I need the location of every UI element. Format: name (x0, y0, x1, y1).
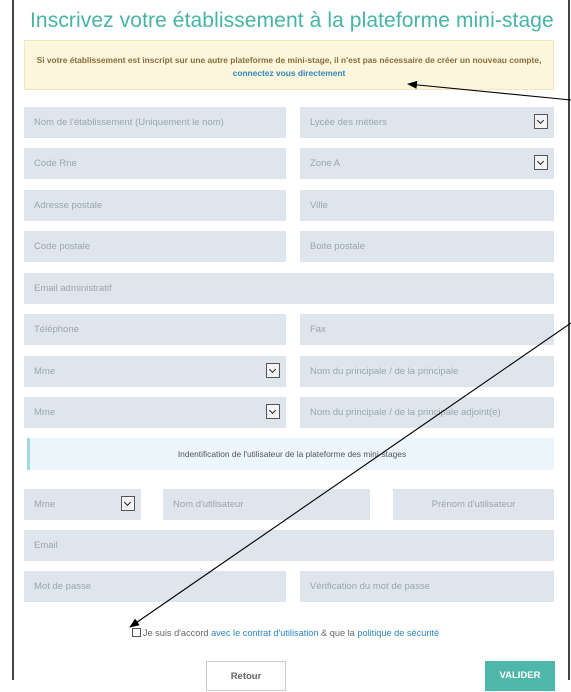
security-policy-link[interactable]: politique de sécurité (357, 628, 439, 638)
agreement-middle: & que la (318, 628, 358, 638)
chevron-down-icon[interactable] (534, 155, 548, 170)
password-confirm-input[interactable]: Vérification du mot de passe (300, 571, 554, 602)
user-title-select[interactable]: Mme (24, 489, 141, 520)
etablissement-type-select[interactable]: Lycée des métiers (300, 107, 554, 138)
principal-name-input[interactable]: Nom du principale / de la principale (300, 356, 554, 387)
etablissement-name-input[interactable]: Nom de l'établissement (Uniquement le no… (24, 107, 286, 138)
user-title-value: Mme (34, 499, 56, 510)
notice-text: Si votre établissement est inscript sur … (36, 55, 542, 65)
address-input[interactable]: Adresse postale (24, 190, 286, 221)
chevron-down-icon[interactable] (121, 496, 135, 511)
notice-banner: Si votre établissement est inscript sur … (24, 40, 554, 90)
chevron-down-icon[interactable] (266, 363, 280, 378)
deputy-title-value: Mme (34, 407, 56, 418)
deputy-title-select[interactable]: Mme (24, 397, 286, 428)
page-title: Inscrivez votre établissement à la plate… (30, 9, 554, 32)
direct-login-link[interactable]: connectez vous directement (233, 68, 346, 78)
username-input[interactable]: Nom d'utilisateur (163, 489, 370, 520)
etablissement-type-value: Lycée des métiers (310, 117, 387, 128)
phone-input[interactable]: Téléphone (24, 314, 286, 345)
password-input[interactable]: Mot de passe (24, 571, 286, 602)
terms-link[interactable]: avec le contrat d'utilisation (211, 628, 318, 638)
user-section-heading: Indentification de l'utilisateur de la p… (27, 438, 554, 470)
submit-button[interactable]: VALIDER (485, 661, 555, 691)
po-box-input[interactable]: Boite postale (300, 231, 554, 262)
email-input[interactable]: Email (24, 530, 554, 561)
back-button[interactable]: Retour (206, 661, 286, 691)
fax-input[interactable]: Fax (300, 314, 554, 345)
code-rne-input[interactable]: Code Rne (24, 148, 286, 179)
principal-title-select[interactable]: Mme (24, 356, 286, 387)
city-input[interactable]: Ville (300, 190, 554, 221)
agreement-row: Je suis d'accord avec le contrat d'utili… (0, 628, 571, 638)
zone-value: Zone A (310, 158, 341, 169)
postal-code-input[interactable]: Code postale (24, 231, 286, 262)
user-firstname-input[interactable]: Prénom d'utilisateur (393, 489, 554, 520)
chevron-down-icon[interactable] (534, 114, 548, 129)
agreement-prefix: Je suis d'accord (142, 628, 212, 638)
agreement-checkbox[interactable] (131, 628, 141, 637)
admin-email-input[interactable]: Email administratif (24, 273, 554, 304)
zone-select[interactable]: Zone A (300, 148, 554, 179)
chevron-down-icon[interactable] (266, 404, 280, 419)
principal-title-value: Mme (34, 366, 56, 377)
deputy-name-input[interactable]: Nom du principale / de la principale adj… (300, 397, 554, 428)
